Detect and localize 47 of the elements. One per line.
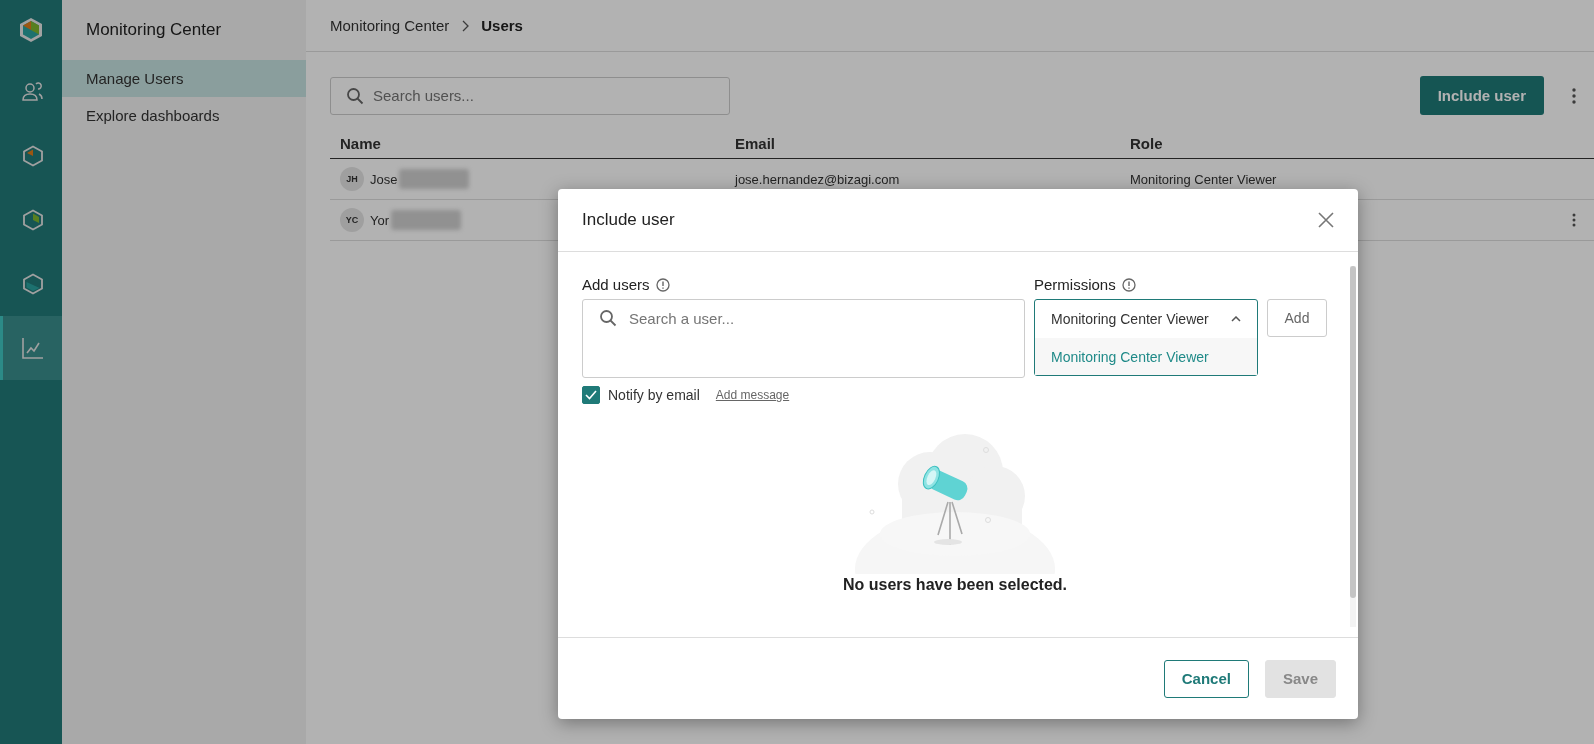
table-cell: Monitoring Center Viewer [1130,171,1277,187]
breadcrumb-link[interactable]: Monitoring Center [330,17,450,34]
info-icon[interactable] [655,277,670,292]
checkbox-label: Notify by email [608,387,700,403]
hexagon-icon [21,209,44,231]
checkbox[interactable] [582,386,600,404]
search-field[interactable]: Search users... [330,76,730,115]
hexagon-logo-icon[interactable] [18,17,44,43]
blurred-text [391,210,462,230]
cancel-button[interactable]: Cancel [1163,659,1249,698]
hexagon-icon [21,145,44,167]
blurred-text [399,169,470,189]
line-chart-icon [20,336,45,360]
empty-state-message: No users have been selected. [842,576,1068,594]
include-user-button[interactable]: Include user [1419,76,1544,115]
users-icon [20,80,45,104]
dropdown-option[interactable]: Monitoring Center Viewer [1035,338,1257,375]
more-options-icon[interactable] [1572,87,1576,104]
search-icon [346,86,364,105]
field-label: Add users [582,276,650,293]
sidebar-title: Monitoring Center [85,19,223,41]
avatar: YC [340,208,364,232]
hexagon-icon [21,273,44,295]
caret-icon [1231,316,1241,322]
sidebar-item[interactable]: Explore dashboards [62,97,306,134]
add-button[interactable]: Add [1267,299,1327,337]
row-menu-icon[interactable] [1572,213,1576,227]
search-icon [599,309,617,327]
avatar: JH [340,167,364,191]
add-message-link[interactable]: Add message [715,388,790,402]
column-header: Email [734,134,777,152]
column-header: Name [339,134,382,152]
scrollbar[interactable] [1350,266,1356,627]
close-icon[interactable] [1318,212,1334,228]
field-label: Permissions [1034,276,1116,293]
breadcrumb-current: Users [481,17,523,34]
column-header: Role [1129,134,1164,152]
dialog-title: Include user [582,210,675,230]
user-name: Jose [370,171,398,187]
permissions-dropdown[interactable]: Monitoring Center Viewer Monitoring Center Viewer [1034,299,1258,376]
info-icon[interactable] [1121,277,1136,292]
table-cell: jose.hernandez@bizagi.com [735,171,900,187]
chevron-right-icon [461,19,470,32]
user-name: Yor [370,212,390,228]
sidebar-item[interactable]: Manage Users [62,60,306,97]
dropdown-value: Monitoring Center Viewer [1051,311,1209,327]
user-search-field[interactable]: Search a user... [582,299,1025,378]
